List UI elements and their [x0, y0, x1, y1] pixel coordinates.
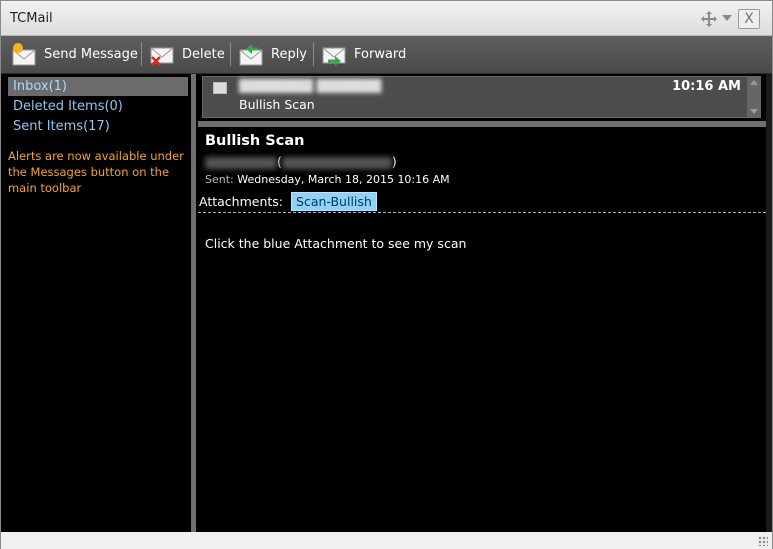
reader-subject: Bullish Scan [205, 133, 305, 149]
forward-button[interactable]: Forward [321, 40, 406, 68]
delete-button[interactable]: Delete [149, 40, 225, 68]
send-message-label: Send Message [44, 46, 138, 62]
attachments-row: Attachments: Scan-Bullish [199, 192, 377, 211]
folder-deleted-items[interactable]: Deleted Items(0) [8, 97, 188, 116]
close-icon: X [744, 11, 754, 27]
folder-sent-items[interactable]: Sent Items(17) [8, 117, 188, 136]
message-time: 10:16 AM [672, 79, 741, 94]
scroll-up-icon[interactable] [750, 80, 758, 85]
reply-label: Reply [271, 46, 308, 62]
sent-label: Sent: [205, 173, 234, 186]
delete-mail-icon [150, 47, 174, 66]
right-edge [766, 74, 772, 532]
toolbar-divider [313, 42, 314, 66]
message-subject: Bullish Scan [239, 97, 315, 112]
tcmail-window: TCMail X Send Message Delete Reply Forwa… [0, 0, 773, 549]
attachment-link[interactable]: Scan-Bullish [291, 192, 377, 211]
forward-icon [322, 47, 346, 66]
chevron-down-icon[interactable] [722, 15, 732, 21]
divider [198, 212, 766, 213]
sent-date: Wednesday, March 18, 2015 10:16 AM [237, 173, 450, 186]
message-body: Click the blue Attachment to see my scan [205, 236, 467, 251]
delete-label: Delete [182, 46, 225, 62]
redacted-name [205, 156, 277, 169]
status-strip [1, 532, 772, 549]
resize-grip-icon[interactable] [758, 536, 768, 546]
reply-button[interactable]: Reply [238, 40, 307, 68]
title-bar[interactable]: TCMail X [1, 1, 772, 36]
envelope-icon [213, 82, 227, 94]
scroll-down-icon[interactable] [750, 109, 758, 114]
folder-inbox[interactable]: Inbox(1) [8, 77, 188, 96]
toolbar-divider [141, 42, 142, 66]
redacted-address [281, 156, 392, 169]
new-mail-icon [12, 43, 36, 66]
table-row[interactable]: ████████ ███████ 10:16 AM Bullish Scan [203, 77, 747, 117]
attachments-label: Attachments: [199, 194, 284, 209]
folder-panel: Inbox(1) Deleted Items(0) Sent Items(17)… [2, 74, 191, 532]
message-list-scrollbar[interactable] [747, 76, 761, 118]
toolbar-divider [230, 42, 231, 66]
close-button[interactable]: X [738, 9, 760, 29]
sent-line: Sent: Wednesday, March 18, 2015 10:16 AM [205, 173, 450, 186]
message-sender-redacted: ████████ ███████ [239, 79, 382, 93]
vertical-splitter[interactable] [191, 74, 196, 532]
alerts-notice: Alerts are now available under the Messa… [8, 149, 184, 195]
reader-sender: () [205, 154, 397, 169]
toolbar: Send Message Delete Reply Forward [1, 36, 772, 74]
move-icon[interactable] [701, 11, 717, 27]
reading-pane: Bullish Scan () Sent: Wednesday, March 1… [198, 127, 766, 532]
forward-label: Forward [354, 46, 407, 62]
message-list: ████████ ███████ 10:16 AM Bullish Scan [202, 76, 748, 118]
reply-icon [239, 44, 263, 66]
send-message-button[interactable]: Send Message [11, 40, 138, 68]
window-title: TCMail [10, 11, 53, 26]
